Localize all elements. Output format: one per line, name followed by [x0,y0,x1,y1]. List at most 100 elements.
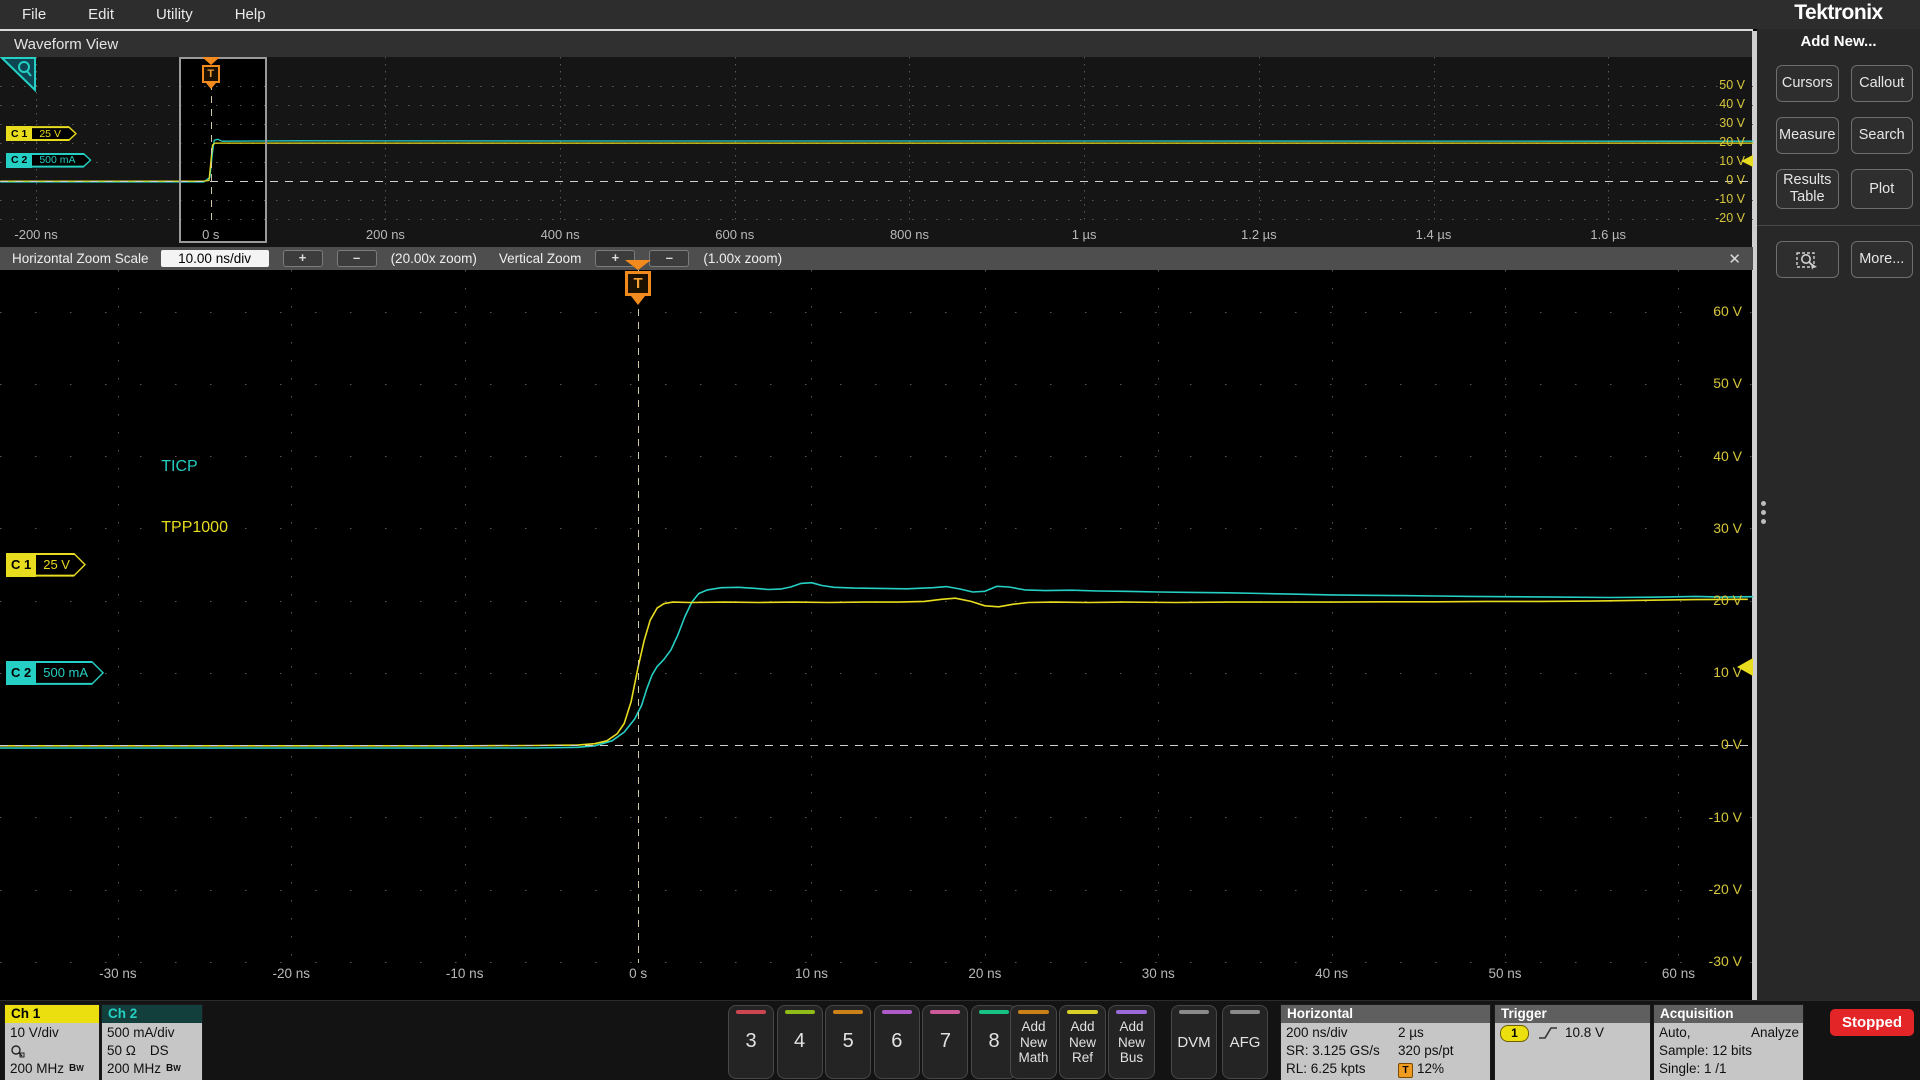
horizontal-window: 2 µs [1398,1024,1486,1042]
channel-button-4[interactable]: 4 [777,1005,823,1079]
menu-utility[interactable]: Utility [156,6,193,23]
trigger-tail-icon [206,83,216,89]
trigger-badge[interactable]: Trigger 1 10.8 V [1494,1004,1651,1080]
button-label: 3 [729,1030,773,1053]
tab-strip: Waveform View [0,31,1753,57]
zoom-select-icon [1795,250,1819,270]
button-label: DVM [1172,1034,1216,1051]
zoom-select-button[interactable] [1776,241,1839,278]
run-stop-status-button[interactable]: Stopped [1830,1009,1914,1036]
horizontal-zoom-scale-input[interactable]: 10.00 ns/div [161,250,269,267]
button-label: Add New Ref [1060,1019,1105,1066]
brand-logo: Tektronix [1757,1,1920,25]
results-table-button[interactable]: Results Table [1776,169,1839,209]
chip-label: C 2 [6,153,32,168]
horizontal-badge[interactable]: Horizontal 200 ns/div 2 µs SR: 3.125 GS/… [1280,1004,1491,1080]
add-button-add-new-ref[interactable]: Add New Ref [1059,1005,1106,1079]
channel-button-7[interactable]: 7 [922,1005,968,1079]
channel-marker-c1[interactable]: C 125 V [6,553,86,577]
search-button[interactable]: Search [1851,117,1914,154]
channel-button-3[interactable]: 3 [728,1005,774,1079]
trigger-flag-icon[interactable]: T [202,65,220,83]
channel-button-5[interactable]: 5 [825,1005,871,1079]
menu-file[interactable]: File [22,6,46,23]
ch2-badge[interactable]: Ch 2 500 mA/div 50 Ω DS 200 MHz BW [101,1004,203,1080]
chip-value: 25 V [36,553,86,577]
channel-color-stripe [882,1010,912,1014]
right-panel: Add New... Cursors Callout Measure Searc… [1757,29,1920,1000]
acquisition-badge[interactable]: Acquisition Auto, Analyze Sample: 12 bit… [1653,1004,1804,1080]
acquisition-analyze: Analyze [1751,1024,1799,1042]
horizontal-sample-rate: SR: 3.125 GS/s [1286,1042,1398,1060]
vertical-zoom-factor: (1.00x zoom) [703,251,782,266]
channel-color-stripe [1179,1010,1209,1014]
main-waveform-plot[interactable]: 60 V50 V40 V30 V20 V10 V0 V-10 V-20 V-30… [0,270,1753,1000]
add-button-add-new-math[interactable]: Add New Math [1010,1005,1057,1079]
channel-color-stripe [1116,1010,1147,1014]
close-zoom-icon[interactable]: ✕ [1728,250,1741,268]
menu-bar: File Edit Utility Help [0,0,1920,29]
chip-label: C 1 [6,553,36,577]
channel-color-stripe [1018,1010,1049,1014]
channel-color-stripe [833,1010,863,1014]
channel-button-6[interactable]: 6 [874,1005,920,1079]
zoom-scale-bar: Horizontal Zoom Scale 10.00 ns/div + – (… [0,247,1753,270]
horizontal-badge-title[interactable]: Horizontal [1281,1005,1490,1023]
acquisition-badge-title[interactable]: Acquisition [1654,1005,1803,1023]
channel-marker-c1[interactable]: C 125 V [6,126,77,141]
menu-edit[interactable]: Edit [88,6,114,23]
main-waveforms [0,270,1753,1000]
trigger-level-arrow-icon[interactable] [1737,658,1753,676]
more-button[interactable]: More... [1851,241,1914,278]
horizontal-zoom-plus-button[interactable]: + [283,250,323,267]
chip-value: 500 mA [32,153,91,168]
ch1-badge-title[interactable]: Ch 1 [5,1005,99,1023]
overview-zoom-corner-icon[interactable] [0,57,36,91]
bandwidth-icon: B [69,1060,76,1078]
cursors-button[interactable]: Cursors [1776,65,1839,102]
overview-waveform-plot[interactable]: 50 V40 V30 V20 V10 V0 V-10 V-20 V-200 ns… [0,57,1753,247]
button-label: 7 [923,1030,967,1053]
horizontal-zoom-scale-label: Horizontal Zoom Scale [12,251,149,266]
channel-marker-c2[interactable]: C 2500 mA [6,153,92,168]
add-new-header: Add New... [1757,33,1920,50]
button-label: Add New Math [1011,1019,1056,1066]
acquisition-mode: Auto, [1659,1024,1691,1042]
menu-help[interactable]: Help [235,6,266,23]
measure-button[interactable]: Measure [1776,117,1839,154]
vertical-zoom-label: Vertical Zoom [499,251,582,266]
horizontal-scale: 200 ns/div [1286,1024,1398,1042]
panel-separator [1757,225,1920,226]
horizontal-zoom-factor: (20.00x zoom) [391,251,477,266]
ch1-probe-row [10,1042,95,1060]
ch1-badge[interactable]: Ch 1 10 V/div 200 MHz BW [4,1004,100,1080]
chip-label: C 2 [6,661,36,685]
trigger-cap-icon [202,57,220,65]
vertical-zoom-minus-button[interactable]: – [649,250,689,267]
button-label: 4 [778,1030,822,1053]
trigger-level: 10.8 V [1565,1024,1604,1042]
channel-button-afg[interactable]: AFG [1222,1005,1268,1079]
waveform-trace-ch1 [0,598,1748,746]
ch2-termination: 50 Ω DS [107,1042,198,1060]
zoom-window[interactable] [179,57,267,243]
plot-button[interactable]: Plot [1851,169,1914,209]
horizontal-zoom-minus-button[interactable]: – [337,250,377,267]
channel-marker-c2[interactable]: C 2500 mA [6,661,104,685]
panel-drag-handle[interactable] [1761,497,1766,528]
ch2-bandwidth: 200 MHz BW [107,1060,198,1078]
ch2-badge-title[interactable]: Ch 2 [102,1005,202,1023]
channel-color-stripe [1230,1010,1260,1014]
add-button-add-new-bus[interactable]: Add New Bus [1108,1005,1155,1079]
callout-button[interactable]: Callout [1851,65,1914,102]
trigger-marker[interactable]: T [625,260,651,305]
trigger-position-icon: T [1398,1063,1413,1078]
trigger-badge-title[interactable]: Trigger [1495,1005,1650,1023]
channel-button-dvm[interactable]: DVM [1171,1005,1217,1079]
trigger-flag-icon[interactable]: T [625,271,651,296]
channel-color-stripe [1067,1010,1098,1014]
tab-waveform-view[interactable]: Waveform View [14,36,118,53]
trigger-marker[interactable]: T [202,57,220,89]
button-label: 5 [826,1030,870,1053]
trigger-level-arrow-icon[interactable] [1741,155,1753,167]
